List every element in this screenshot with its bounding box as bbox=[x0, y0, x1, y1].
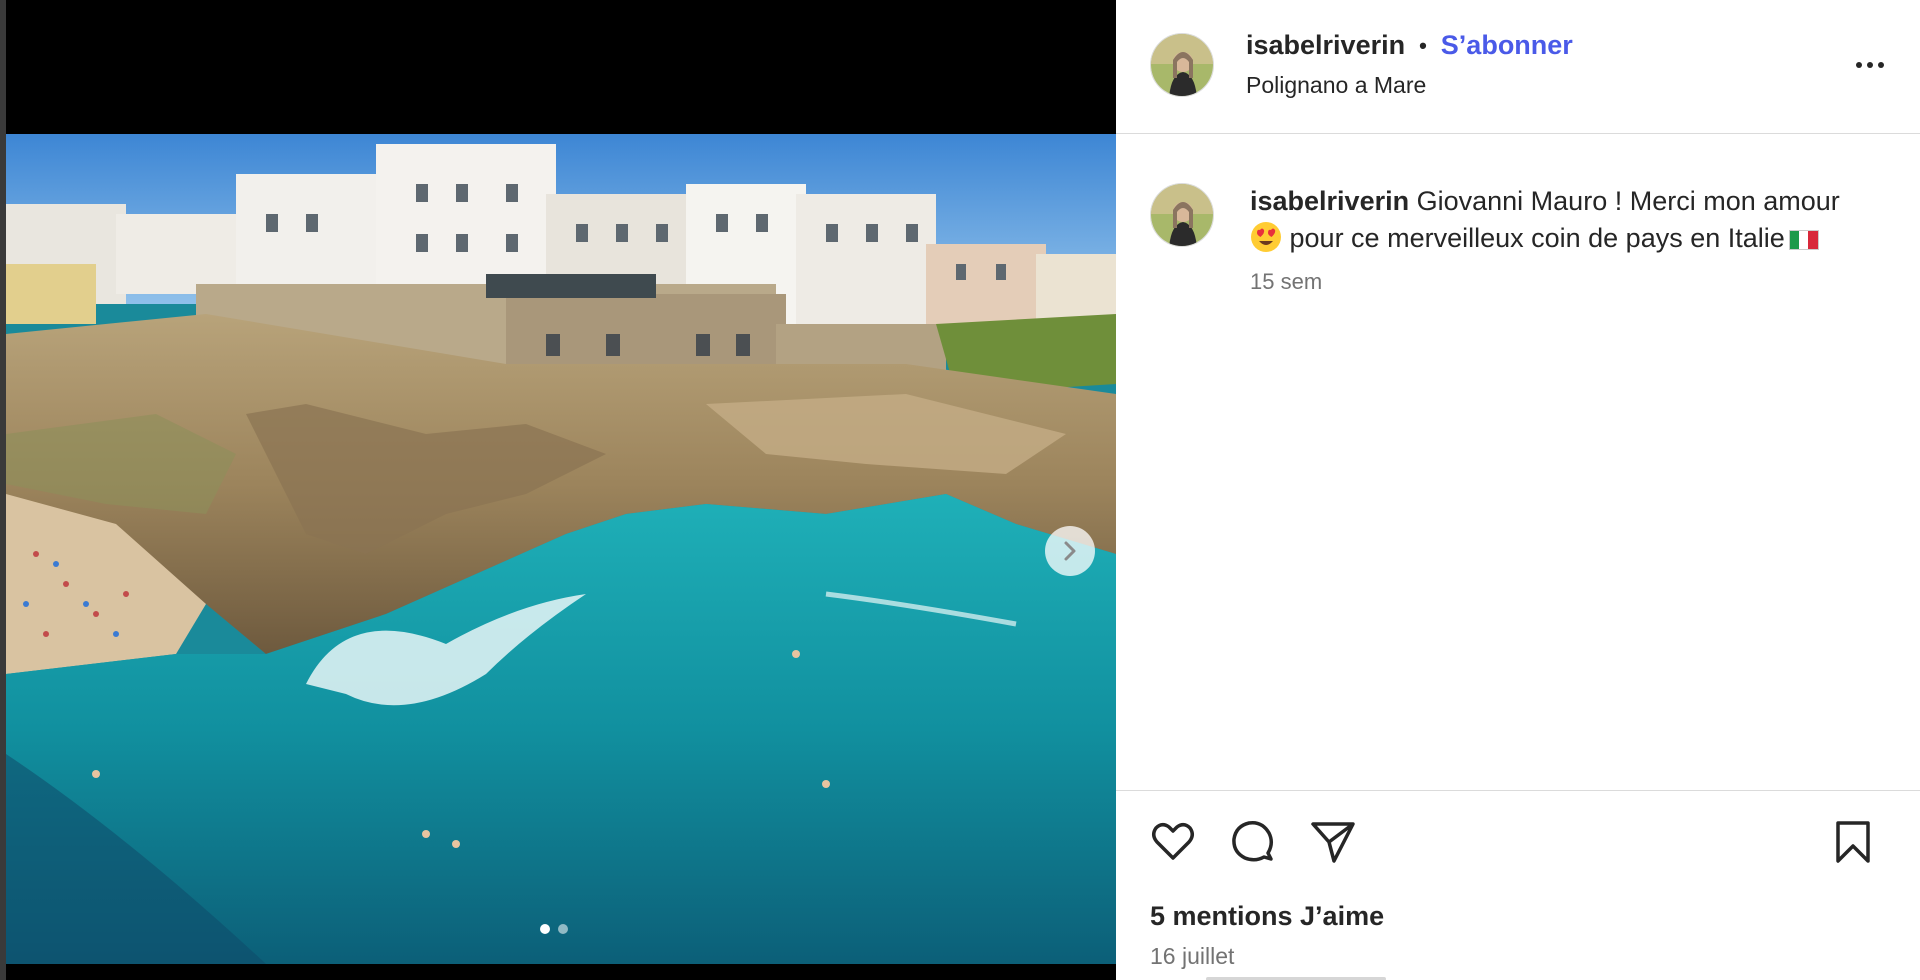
comment-bubble-icon bbox=[1232, 820, 1273, 862]
heart-eyes-emoji-icon bbox=[1251, 222, 1281, 252]
heart-icon bbox=[1152, 823, 1194, 860]
caption-text-part1: Giovanni Mauro ! Merci mon amour bbox=[1416, 186, 1840, 216]
caption-username[interactable]: isabelriverin bbox=[1250, 186, 1409, 216]
post-photo bbox=[6, 134, 1116, 964]
comment-button[interactable] bbox=[1228, 817, 1278, 867]
post-side-panel: isabelriverin • S’abonner Polignano a Ma… bbox=[1116, 0, 1920, 980]
more-dot bbox=[1867, 62, 1873, 68]
italy-flag-icon bbox=[1788, 230, 1819, 250]
caption-text: isabelriverin Giovanni Mauro ! Merci mon… bbox=[1250, 183, 1900, 257]
carousel-indicator bbox=[540, 924, 568, 934]
author-username[interactable]: isabelriverin bbox=[1246, 30, 1405, 61]
carousel-dot bbox=[558, 924, 568, 934]
coast-image bbox=[6, 134, 1116, 964]
post-date: 16 juillet bbox=[1150, 943, 1235, 969]
carousel-dot-active bbox=[540, 924, 550, 934]
like-button[interactable] bbox=[1148, 817, 1198, 867]
avatar-image bbox=[1151, 34, 1213, 96]
dot-separator: • bbox=[1419, 32, 1427, 58]
chevron-right-icon bbox=[1064, 541, 1076, 561]
post-header: isabelriverin • S’abonner Polignano a Ma… bbox=[1116, 0, 1920, 134]
likes-count[interactable]: 5 mentions J’aime bbox=[1150, 901, 1384, 932]
share-button[interactable] bbox=[1308, 817, 1358, 867]
more-dot bbox=[1856, 62, 1862, 68]
paper-plane-icon bbox=[1311, 822, 1355, 863]
action-bar: 5 mentions J’aime 16 juillet bbox=[1116, 790, 1920, 980]
follow-button[interactable]: S’abonner bbox=[1441, 30, 1573, 61]
bookmark-icon bbox=[1836, 821, 1870, 863]
post-location[interactable]: Polignano a Mare bbox=[1246, 72, 1426, 99]
caption-avatar[interactable] bbox=[1150, 183, 1214, 247]
more-options-button[interactable] bbox=[1850, 50, 1890, 80]
more-dot bbox=[1878, 62, 1884, 68]
post-media bbox=[0, 0, 1116, 980]
next-slide-button[interactable] bbox=[1045, 526, 1095, 576]
header-line: isabelriverin • S’abonner bbox=[1246, 30, 1573, 61]
caption-time-ago[interactable]: 15 sem bbox=[1250, 269, 1322, 295]
author-avatar[interactable] bbox=[1150, 33, 1214, 97]
save-button[interactable] bbox=[1828, 817, 1878, 867]
caption-text-part2: pour ce merveilleux coin de pays en Ital… bbox=[1289, 223, 1785, 253]
avatar-image bbox=[1151, 184, 1213, 246]
